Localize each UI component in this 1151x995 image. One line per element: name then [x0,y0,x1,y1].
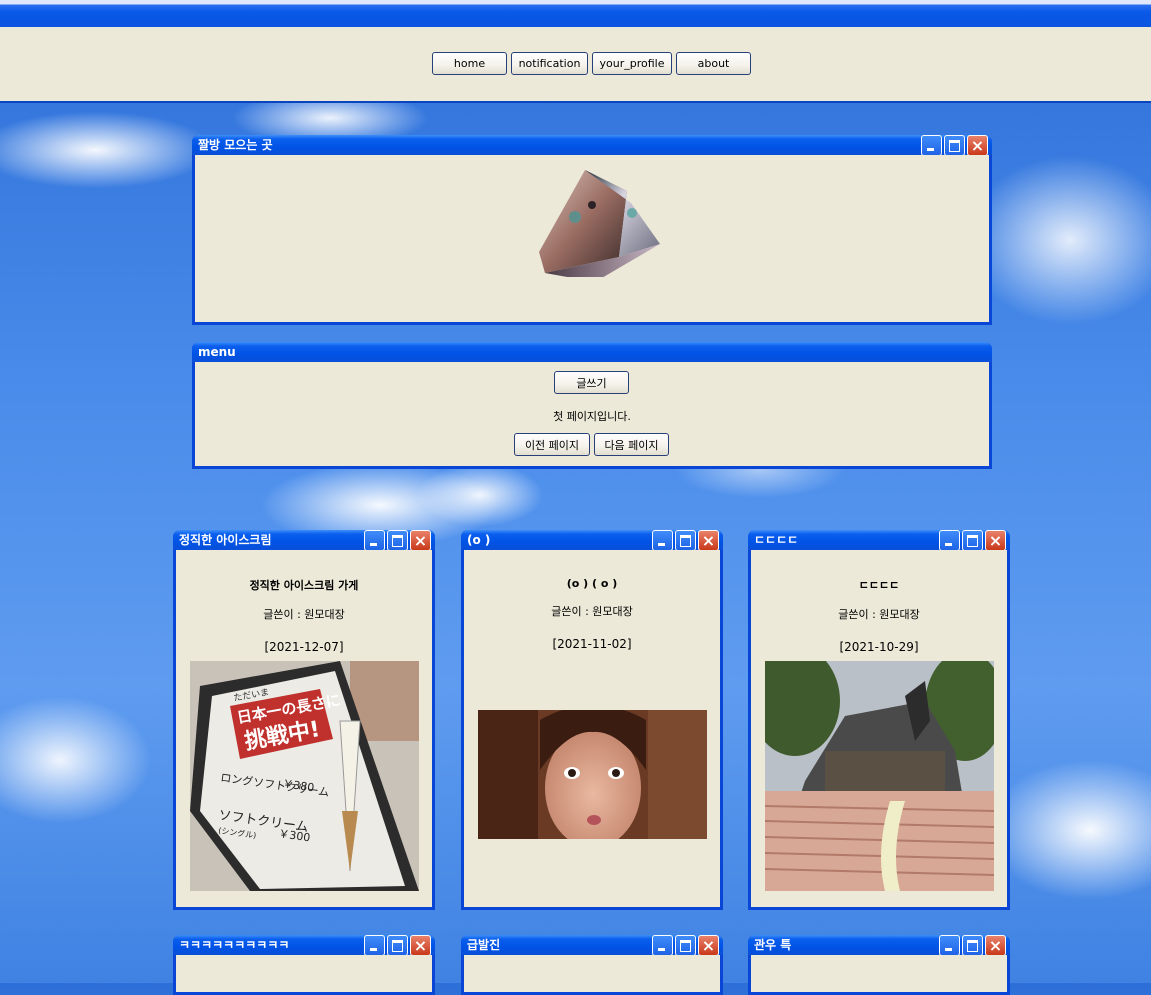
window-controls: × [939,530,1006,550]
post-card-title: ㅋㅋㅋㅋㅋㅋㅋㅋㅋㅋ [179,938,290,952]
maximize-icon[interactable] [944,135,965,155]
menu-window-title: menu [198,345,236,359]
menu-window-titlebar[interactable]: menu [192,342,992,362]
about-button[interactable]: about [676,52,751,75]
maximize-icon[interactable] [675,935,696,955]
post-card-titlebar[interactable]: (o ) × [461,530,723,550]
haunted-house-photo[interactable] [765,661,994,891]
maximize-icon[interactable] [387,530,408,550]
ice-cream-sign-photo[interactable]: ただいま 日本一の長さに 挑戦中! ロングソフトクリーム ￥380 ソフトクリー… [190,661,419,891]
post-author: 글쓴이 : 원모대장 [551,605,633,618]
post-card-titlebar[interactable]: 정직한 아이스크림 × [173,530,435,550]
post-heading: 정직한 아이스크림 가게 [249,579,359,592]
top-title-bar [0,0,1151,28]
main-window-title: 짤방 모으는 곳 [198,138,273,152]
post-author: 글쓴이 : 원모대장 [263,608,345,621]
minimize-icon[interactable] [939,935,960,955]
maximize-icon[interactable] [675,530,696,550]
window-controls: × [652,530,719,550]
post-date: [2021-10-29] [839,640,919,654]
post-card-title: (o ) [467,533,491,547]
post-card[interactable]: (o ) × (o ) ( o ) 글쓴이 : 원모대장 [2021-11-02… [461,530,723,910]
prev-page-button[interactable]: 이전 페이지 [514,433,590,456]
minimize-icon[interactable] [364,530,385,550]
post-card-titlebar[interactable]: 관우 특 × [748,935,1010,955]
post-card[interactable]: 관우 특 × [748,935,1010,995]
minimize-icon[interactable] [652,935,673,955]
close-icon[interactable]: × [985,530,1006,550]
write-post-button[interactable]: 글쓰기 [554,371,629,394]
page-status-text: 첫 페이지입니다. [553,410,631,423]
post-heading: (o ) ( o ) [566,577,618,590]
post-card-title: ㄷㄷㄷㄷ [754,533,799,547]
post-card-titlebar[interactable]: 급발진 × [461,935,723,955]
minimize-icon[interactable] [939,530,960,550]
post-card[interactable]: ㅋㅋㅋㅋㅋㅋㅋㅋㅋㅋ × [173,935,435,995]
post-heading: ㄷㄷㄷㄷ [858,579,900,592]
window-controls: × [939,935,1006,955]
window-controls: × [364,530,431,550]
post-date: [2021-11-02] [552,637,632,651]
next-page-button[interactable]: 다음 페이지 [594,433,669,456]
menu-window: menu 글쓰기 첫 페이지입니다. 이전 페이지 다음 페이지 [192,342,992,469]
maximize-icon[interactable] [962,935,983,955]
close-icon[interactable]: × [985,935,1006,955]
post-card-titlebar[interactable]: ㅋㅋㅋㅋㅋㅋㅋㅋㅋㅋ × [173,935,435,955]
maximize-icon[interactable] [962,530,983,550]
post-card-title: 급발진 [467,938,501,952]
nav-buttons: home notification your_profile about [432,52,751,75]
maximize-icon[interactable] [387,935,408,955]
close-icon[interactable]: × [410,935,431,955]
minimize-icon[interactable] [921,135,942,155]
post-card[interactable]: 정직한 아이스크림 × 정직한 아이스크림 가게 글쓴이 : 원모대장 [202… [173,530,435,910]
home-button[interactable]: home [432,52,507,75]
close-icon[interactable]: × [410,530,431,550]
minimize-icon[interactable] [364,935,385,955]
rotating-cube-image [535,147,665,282]
close-icon[interactable]: × [698,530,719,550]
window-controls: × [652,935,719,955]
post-date: [2021-12-07] [264,640,344,654]
close-icon[interactable]: × [698,935,719,955]
post-card[interactable]: 급발진 × [461,935,723,995]
navigation-bar: home notification your_profile about [0,27,1151,103]
surprised-face-photo[interactable] [478,710,707,839]
post-author: 글쓴이 : 원모대장 [838,608,920,621]
profile-button[interactable]: your_profile [592,52,672,75]
post-card[interactable]: ㄷㄷㄷㄷ × ㄷㄷㄷㄷ 글쓴이 : 원모대장 [2021-10-29] [748,530,1010,910]
minimize-icon[interactable] [652,530,673,550]
post-card-title: 정직한 아이스크림 [179,533,272,547]
notification-button[interactable]: notification [511,52,588,75]
post-card-titlebar[interactable]: ㄷㄷㄷㄷ × [748,530,1010,550]
window-controls: × [921,135,988,155]
post-card-title: 관우 특 [754,938,792,952]
window-controls: × [364,935,431,955]
close-icon[interactable]: × [967,135,988,155]
main-window: 짤방 모으는 곳 × [192,135,992,325]
